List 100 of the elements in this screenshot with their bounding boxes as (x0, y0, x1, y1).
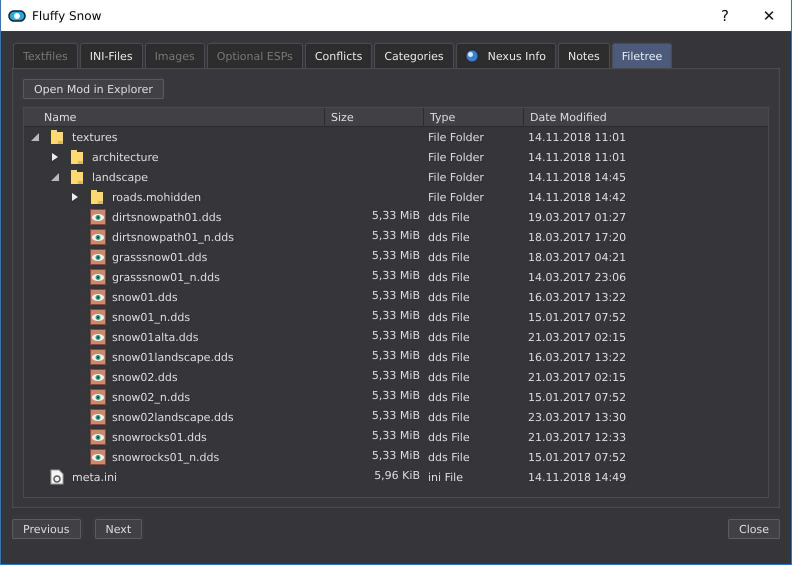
file-size: 5,33 MiB (372, 269, 420, 282)
file-name[interactable]: snow01.dds (112, 290, 178, 304)
file-type: dds File (428, 310, 470, 324)
tab[interactable]: Filetree (612, 43, 672, 68)
globe-icon (466, 50, 478, 62)
app-icon (8, 10, 26, 22)
file-type: dds File (428, 290, 470, 304)
file-size: 5,33 MiB (372, 369, 420, 382)
file-type: dds File (428, 350, 470, 364)
column-header[interactable]: Name (24, 108, 325, 126)
image-file-icon (90, 309, 106, 325)
date-modified: 14.11.2018 11:01 (528, 130, 626, 144)
file-type: dds File (428, 390, 470, 404)
file-type: dds File (428, 250, 470, 264)
tab[interactable]: Nexus Info (456, 43, 556, 68)
file-type: File Folder (428, 130, 484, 144)
column-header[interactable]: Date Modified (524, 108, 768, 126)
file-name[interactable]: grasssnow01.dds (112, 250, 208, 264)
date-modified: 14.11.2018 14:42 (528, 190, 626, 204)
image-file-icon (90, 249, 106, 265)
previous-button[interactable]: Previous (12, 519, 80, 539)
date-modified: 21.03.2017 12:33 (528, 430, 626, 444)
file-type: File Folder (428, 150, 484, 164)
tab[interactable]: Categories (374, 43, 454, 68)
expand-arrow-icon[interactable] (50, 152, 60, 162)
file-type: ini File (428, 470, 463, 484)
file-name[interactable]: landscape (92, 170, 148, 184)
file-size: 5,33 MiB (372, 209, 420, 222)
file-type: dds File (428, 450, 470, 464)
file-type: dds File (428, 210, 470, 224)
file-size: 5,33 MiB (372, 249, 420, 262)
file-name[interactable]: snow01landscape.dds (112, 350, 234, 364)
image-file-icon (90, 349, 106, 365)
file-name[interactable]: snow01alta.dds (112, 330, 198, 344)
image-file-icon (90, 289, 106, 305)
file-size: 5,33 MiB (372, 309, 420, 322)
tab[interactable]: Conflicts (304, 43, 372, 68)
image-file-icon (90, 369, 106, 385)
file-name[interactable]: grasssnow01_n.dds (112, 270, 220, 284)
file-name[interactable]: snow02.dds (112, 370, 178, 384)
date-modified: 19.03.2017 01:27 (528, 210, 626, 224)
date-modified: 16.03.2017 13:22 (528, 290, 626, 304)
date-modified: 15.01.2017 07:52 (528, 310, 626, 324)
window-title: Fluffy Snow (32, 8, 102, 22)
date-modified: 16.03.2017 13:22 (528, 350, 626, 364)
date-modified: 18.03.2017 17:20 (528, 230, 626, 244)
close-dialog-button[interactable]: Close (728, 519, 780, 539)
file-size: 5,33 MiB (372, 389, 420, 402)
settings-file-icon (50, 469, 64, 485)
next-button[interactable]: Next (94, 519, 142, 539)
date-modified: 21.03.2017 02:15 (528, 370, 626, 384)
image-file-icon (90, 449, 106, 465)
folder-icon (70, 169, 84, 185)
file-name[interactable]: snowrocks01.dds (112, 430, 207, 444)
image-file-icon (90, 409, 106, 425)
file-name[interactable]: snow02_n.dds (112, 390, 190, 404)
file-name[interactable]: dirtsnowpath01_n.dds (112, 230, 234, 244)
file-type: dds File (428, 370, 470, 384)
file-name[interactable]: snowrocks01_n.dds (112, 450, 220, 464)
file-type: dds File (428, 270, 470, 284)
column-header[interactable]: Type (424, 108, 524, 126)
file-size: 5,33 MiB (372, 229, 420, 242)
file-name[interactable]: roads.mohidden (112, 190, 202, 204)
image-file-icon (90, 389, 106, 405)
file-name[interactable]: snow02landscape.dds (112, 410, 234, 424)
file-name[interactable]: snow01_n.dds (112, 310, 190, 324)
collapse-arrow-icon[interactable] (30, 132, 40, 142)
image-file-icon (90, 209, 106, 225)
file-type: dds File (428, 330, 470, 344)
collapse-arrow-icon[interactable] (50, 172, 60, 182)
file-size: 5,33 MiB (372, 409, 420, 422)
date-modified: 23.03.2017 13:30 (528, 410, 626, 424)
folder-icon (50, 129, 64, 145)
image-file-icon (90, 429, 106, 445)
file-type: dds File (428, 430, 470, 444)
date-modified: 14.11.2018 11:01 (528, 150, 626, 164)
open-explorer-button[interactable]: Open Mod in Explorer (23, 79, 164, 99)
file-name[interactable]: architecture (92, 150, 159, 164)
close-button[interactable]: ✕ (747, 0, 791, 31)
file-type: dds File (428, 230, 470, 244)
tab[interactable]: Notes (558, 43, 610, 68)
file-type: File Folder (428, 170, 484, 184)
column-header[interactable]: Size (325, 108, 424, 126)
image-file-icon (90, 329, 106, 345)
image-file-icon (90, 229, 106, 245)
file-name[interactable]: meta.ini (72, 470, 118, 484)
file-size: 5,33 MiB (372, 329, 420, 342)
file-name[interactable]: textures (72, 130, 118, 144)
date-modified: 14.11.2018 14:49 (528, 470, 626, 484)
date-modified: 14.11.2018 14:45 (528, 170, 626, 184)
file-type: File Folder (428, 190, 484, 204)
folder-icon (70, 149, 84, 165)
tab[interactable]: INI-Files (80, 43, 143, 68)
expand-arrow-icon[interactable] (70, 192, 80, 202)
date-modified: 15.01.2017 07:52 (528, 390, 626, 404)
help-button[interactable]: ? (703, 0, 747, 31)
file-size: 5,33 MiB (372, 289, 420, 302)
file-name[interactable]: dirtsnowpath01.dds (112, 210, 222, 224)
date-modified: 14.03.2017 23:06 (528, 270, 626, 284)
file-size: 5,96 KiB (374, 469, 420, 482)
